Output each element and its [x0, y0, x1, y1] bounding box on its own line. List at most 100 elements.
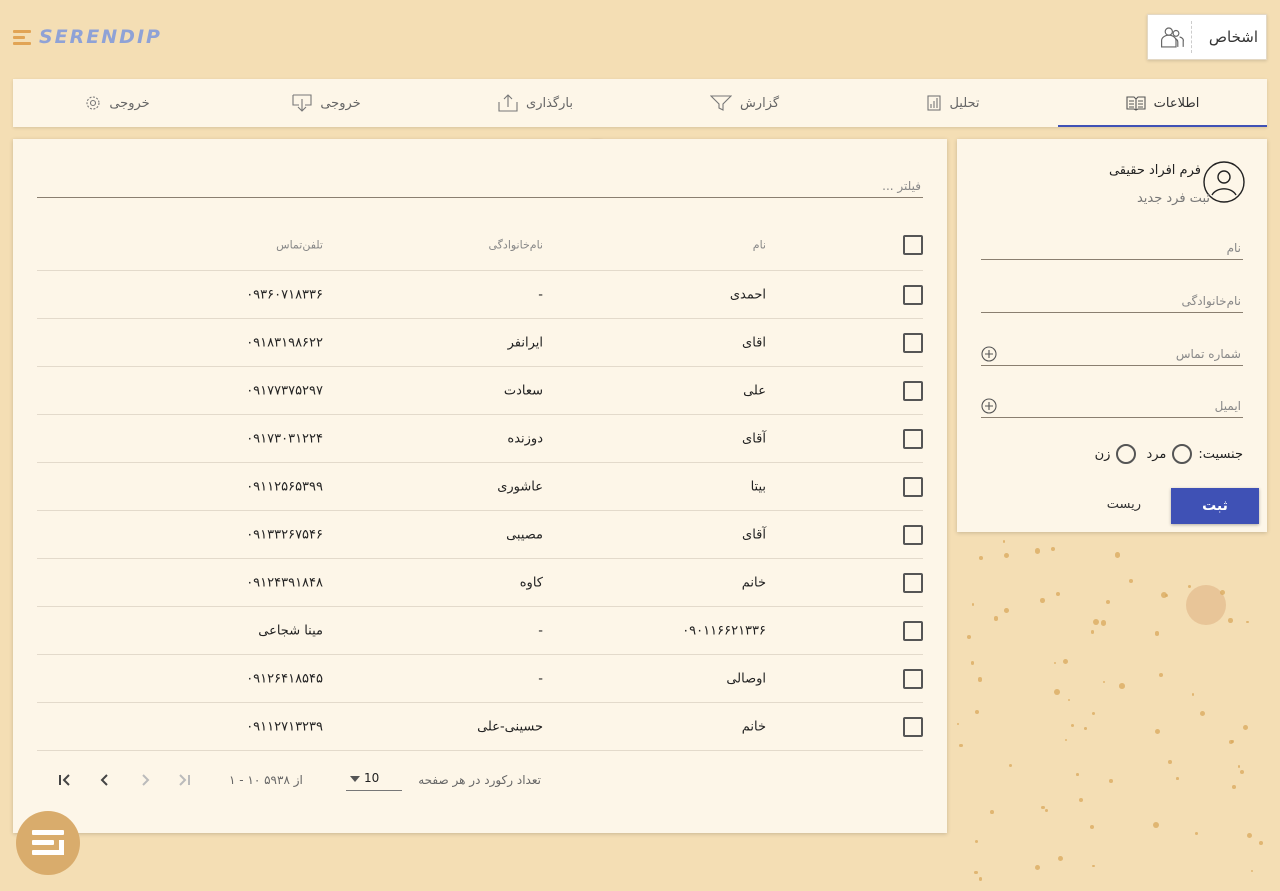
add-phone-icon[interactable] — [981, 346, 997, 362]
cell-phone: ۰۹۱۳۳۲۶۷۵۴۶ — [246, 527, 323, 542]
filter-input[interactable] — [37, 175, 923, 197]
tab-export-settings[interactable]: خروجی — [13, 79, 222, 127]
app-menu-button[interactable] — [16, 811, 80, 875]
submit-button[interactable]: ثبت — [1171, 488, 1259, 524]
email-input[interactable] — [981, 394, 1243, 417]
last-page-button[interactable] — [172, 768, 196, 792]
gender-female-radio[interactable] — [1116, 444, 1137, 464]
cell-family: ایرانفر — [507, 335, 543, 350]
table-row[interactable]: بیتا عاشوری ۰۹۱۱۲۵۶۵۳۹۹ — [37, 463, 923, 511]
cell-phone: ۰۹۱۱۲۵۶۵۳۹۹ — [246, 479, 323, 494]
background-speck — [1003, 552, 1010, 559]
phone-field[interactable] — [981, 342, 1243, 366]
gender-female-label[interactable]: زن — [1095, 447, 1111, 462]
first-page-button[interactable] — [53, 768, 77, 792]
row-checkbox[interactable] — [903, 572, 923, 593]
tab-upload[interactable]: بارگذاری — [431, 79, 640, 127]
people-table-card: نام نام‌خانوادگی تلفن‌تماس احمدی - ۰۹۳۶۰۷۱… — [13, 139, 947, 833]
background-speck — [1002, 540, 1006, 543]
module-selector[interactable]: اشخاص — [1147, 14, 1267, 60]
cell-phone: ۰۹۱۸۳۱۹۸۶۲۲ — [246, 335, 323, 350]
phone-input[interactable] — [981, 342, 1243, 365]
table-row[interactable]: آقای دوزنده ۰۹۱۷۳۰۳۱۲۲۴ — [37, 415, 923, 463]
table-row[interactable]: اوصالی - ۰۹۱۲۶۴۱۸۵۴۵ — [37, 655, 923, 703]
table-row[interactable]: ۰۹۰۱۱۶۶۲۱۳۳۶ - مینا شجاعی — [37, 607, 923, 655]
background-speck — [1092, 864, 1095, 868]
cell-name: آقای — [742, 431, 766, 446]
filter-icon — [709, 95, 732, 111]
background-speck — [974, 709, 980, 715]
background-speck — [1129, 579, 1134, 584]
background-speck — [977, 677, 983, 682]
serendip-logo: SERENDIP — [13, 26, 162, 48]
filter-field[interactable] — [37, 175, 923, 198]
table-row[interactable]: خانم حسینی-علی ۰۹۱۱۲۷۱۳۲۳۹ — [37, 703, 923, 751]
tab-export[interactable]: خروجی — [222, 79, 431, 127]
table-row[interactable]: آقای مصیبی ۰۹۱۳۳۲۶۷۵۴۶ — [37, 511, 923, 559]
row-checkbox[interactable] — [903, 428, 923, 449]
row-checkbox[interactable] — [903, 476, 923, 497]
cell-family: دوزنده — [507, 431, 543, 446]
row-checkbox[interactable] — [903, 284, 923, 305]
row-checkbox[interactable] — [903, 668, 923, 689]
rows-per-page-select[interactable]: 10 — [346, 767, 402, 791]
name-input[interactable] — [981, 236, 1243, 259]
people-icon — [1158, 21, 1192, 53]
background-speck — [978, 876, 983, 881]
next-page-button[interactable] — [133, 768, 157, 792]
bar-chart-icon — [927, 95, 942, 111]
row-checkbox[interactable] — [903, 332, 923, 353]
background-speck — [1114, 551, 1121, 558]
cell-family: حسینی-علی — [477, 719, 543, 734]
select-all-checkbox[interactable] — [903, 234, 923, 255]
background-speck — [1219, 589, 1226, 595]
background-speck — [1195, 831, 1199, 835]
name-field[interactable] — [981, 236, 1243, 260]
background-speck — [1053, 689, 1060, 695]
cell-name: ۰۹۰۱۱۶۶۲۱۳۳۶ — [682, 623, 766, 638]
background-speck — [1053, 661, 1056, 664]
gender-label: جنسیت: — [1198, 446, 1243, 462]
background-speck — [1153, 822, 1160, 828]
reset-button[interactable]: ریست — [1107, 497, 1141, 512]
background-speck — [1084, 727, 1087, 730]
cell-name: اوصالی — [726, 671, 766, 686]
gender-male-radio[interactable] — [1172, 444, 1193, 464]
row-checkbox[interactable] — [903, 524, 923, 545]
add-email-icon[interactable] — [981, 398, 997, 414]
tab-info[interactable]: اطلاعات — [1058, 79, 1267, 127]
book-icon — [1126, 96, 1146, 111]
column-header-name[interactable]: نام — [753, 238, 766, 251]
tab-label: خروجی — [320, 95, 361, 111]
table-row[interactable]: احمدی - ۰۹۳۶۰۷۱۸۳۳۶ — [37, 271, 923, 319]
family-input[interactable] — [981, 289, 1243, 312]
table-row[interactable]: علی سعادت ۰۹۱۷۷۳۷۵۲۹۷ — [37, 367, 923, 415]
previous-page-button[interactable] — [93, 768, 117, 792]
column-header-phone[interactable]: تلفن‌تماس — [276, 238, 323, 251]
background-speck — [1200, 710, 1206, 716]
row-checkbox[interactable] — [903, 716, 923, 737]
gender-male-label[interactable]: مرد — [1146, 447, 1166, 462]
background-speck — [1091, 712, 1095, 716]
table-row[interactable]: اقای ایرانفر ۰۹۱۸۳۱۹۸۶۲۲ — [37, 319, 923, 367]
rows-per-page-label: تعداد رکورد در هر صفحه — [418, 773, 541, 787]
cell-name: خانم — [741, 719, 766, 734]
gear-icon — [86, 96, 100, 110]
row-checkbox[interactable] — [903, 620, 923, 641]
background-speck — [1078, 798, 1083, 803]
background-speck — [1240, 770, 1245, 775]
background-speck — [1242, 725, 1248, 731]
family-field[interactable] — [981, 289, 1243, 313]
column-header-family[interactable]: نام‌خانوادگی — [489, 238, 543, 251]
gender-group: جنسیت: مرد زن — [1095, 444, 1243, 464]
table-row[interactable]: خانم کاوه ۰۹۱۲۴۳۹۱۸۴۸ — [37, 559, 923, 607]
tab-analysis[interactable]: تحلیل — [849, 79, 1058, 127]
background-speck — [1259, 841, 1264, 846]
row-checkbox[interactable] — [903, 380, 923, 401]
email-field[interactable] — [981, 394, 1243, 418]
last-page-icon — [179, 774, 190, 786]
background-speck — [1039, 597, 1045, 603]
tab-report[interactable]: گزارش — [640, 79, 849, 127]
person-form-card: فرم افراد حقیقی ثبت فرد جدید جنسیت: مرد … — [957, 139, 1267, 532]
form-title: فرم افراد حقیقی — [1108, 163, 1201, 178]
